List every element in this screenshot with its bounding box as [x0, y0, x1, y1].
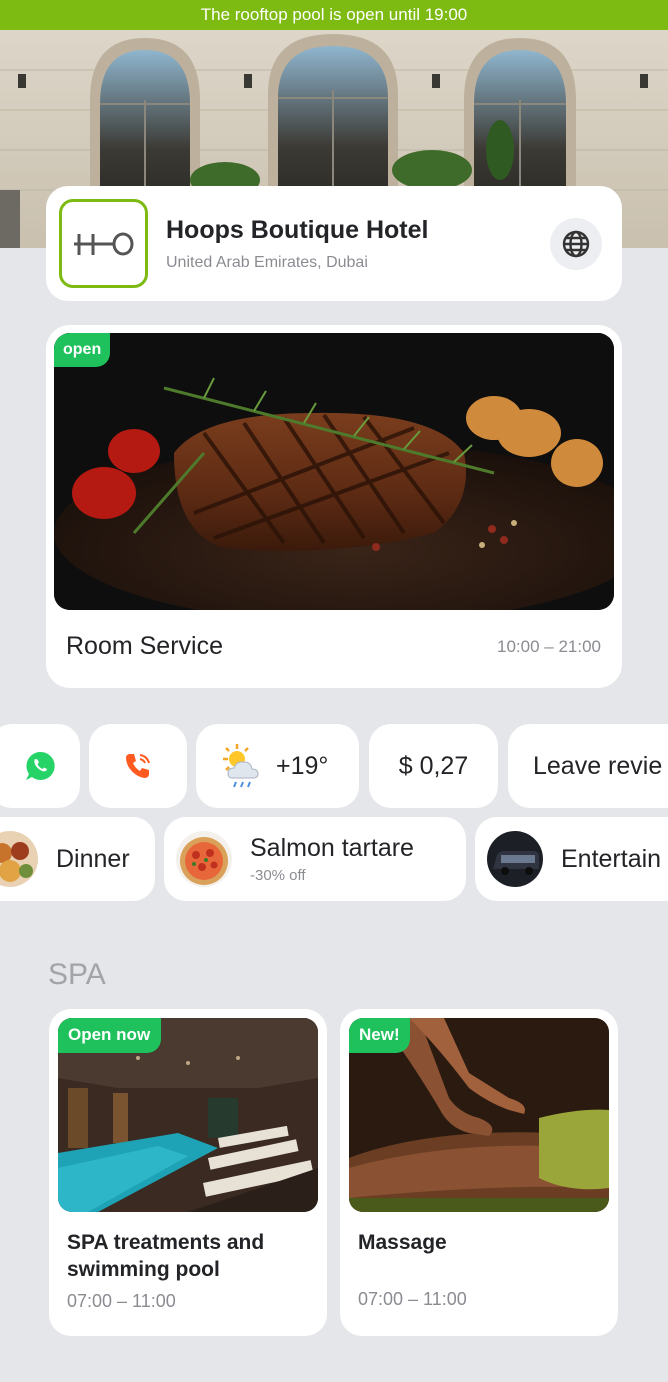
weather-widget[interactable]: +19° — [196, 724, 359, 808]
globe-icon — [562, 230, 590, 257]
dinner-thumbnail — [0, 831, 38, 887]
room-service-card[interactable]: open Room Service 10:00 – 21:00 — [46, 325, 622, 688]
offer-dinner[interactable]: Dinner — [0, 817, 155, 901]
spa-pool-image: Open now — [58, 1018, 318, 1212]
hotel-header-card: Hoops Boutique Hotel United Arab Emirate… — [46, 186, 622, 301]
section-title-spa: SPA — [48, 958, 106, 991]
offer-label: Salmon tartare — [250, 834, 414, 862]
whatsapp-button[interactable] — [0, 724, 80, 808]
spa-card-hours: 07:00 – 11:00 — [67, 1291, 176, 1311]
offer-label: Dinner — [56, 844, 130, 873]
room-service-hours: 10:00 – 21:00 — [497, 637, 601, 656]
spa-card-massage[interactable]: New! Massage 07:00 – 11:00 — [340, 1009, 618, 1336]
spa-card-title: Massage — [358, 1231, 447, 1254]
hotel-location: United Arab Emirates, Dubai — [166, 253, 368, 271]
hotel-name: Hoops Boutique Hotel — [166, 215, 429, 244]
spa-card-hours: 07:00 – 11:00 — [358, 1289, 467, 1309]
currency-rate-button[interactable]: $ 0,27 — [369, 724, 498, 808]
announcement-text: The rooftop pool is open until 19:00 — [200, 5, 468, 24]
offer-entertainment[interactable]: Entertain — [475, 817, 668, 901]
status-badge: Open now — [58, 1018, 162, 1053]
salmon-tartare-thumbnail — [176, 831, 232, 887]
weather-temperature: +19° — [276, 751, 329, 780]
leave-review-label: Leave revie — [533, 751, 663, 780]
leave-review-button[interactable]: Leave revie — [508, 724, 668, 808]
currency-rate: $ 0,27 — [398, 751, 469, 780]
offer-label: Entertain — [561, 844, 662, 873]
weather-sun-cloud-icon — [223, 744, 259, 788]
room-service-title: Room Service — [66, 632, 223, 660]
call-button[interactable] — [89, 724, 187, 808]
language-button[interactable] — [550, 217, 602, 270]
offer-salmon-tartare[interactable]: Salmon tartare -30% off — [164, 817, 466, 901]
spa-card-pool[interactable]: Open now SPA treatments and swimming poo… — [49, 1009, 327, 1336]
status-badge: open — [54, 333, 111, 367]
phone-icon — [126, 754, 150, 778]
room-service-image: open — [54, 333, 614, 610]
hotel-logo — [59, 199, 148, 288]
status-badge: New! — [349, 1018, 410, 1053]
offer-discount: -30% off — [250, 867, 306, 884]
announcement-banner[interactable]: The rooftop pool is open until 19:00 — [0, 0, 668, 30]
whatsapp-icon — [26, 751, 55, 780]
massage-image: New! — [349, 1018, 609, 1212]
entertainment-thumbnail — [487, 831, 543, 887]
spa-card-title: SPA treatments and swimming pool — [67, 1231, 265, 1281]
